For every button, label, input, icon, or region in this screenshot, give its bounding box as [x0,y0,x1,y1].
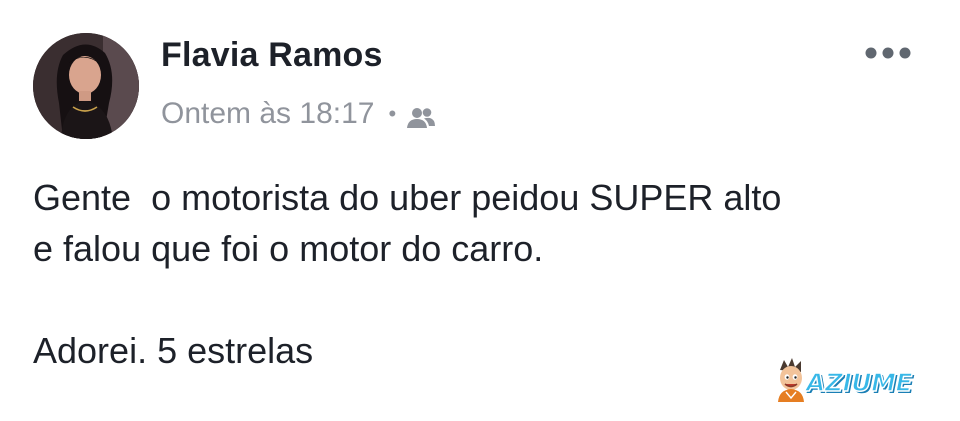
more-dots-icon [865,47,911,59]
friends-icon[interactable] [406,103,436,128]
facebook-post: Flavia Ramos Ontem às 18:17 • Gente o mo… [0,0,960,421]
post-text-line: Gente o motorista do uber peidou SUPER a… [33,177,782,218]
watermark-text: AZIUME [805,367,913,398]
author-avatar[interactable] [33,33,139,139]
post-text-line: e falou que foi o motor do carro. [33,228,544,269]
post-text: Gente o motorista do uber peidou SUPER a… [33,172,933,376]
more-options-button[interactable] [862,40,914,66]
aziume-watermark: AZIUME [770,356,920,402]
post-timestamp[interactable]: Ontem às 18:17 [161,97,374,131]
meta-separator: • [388,101,397,126]
post-meta: Ontem às 18:17 • [161,94,436,134]
avatar-photo [33,33,139,139]
author-name[interactable]: Flavia Ramos [161,36,383,75]
